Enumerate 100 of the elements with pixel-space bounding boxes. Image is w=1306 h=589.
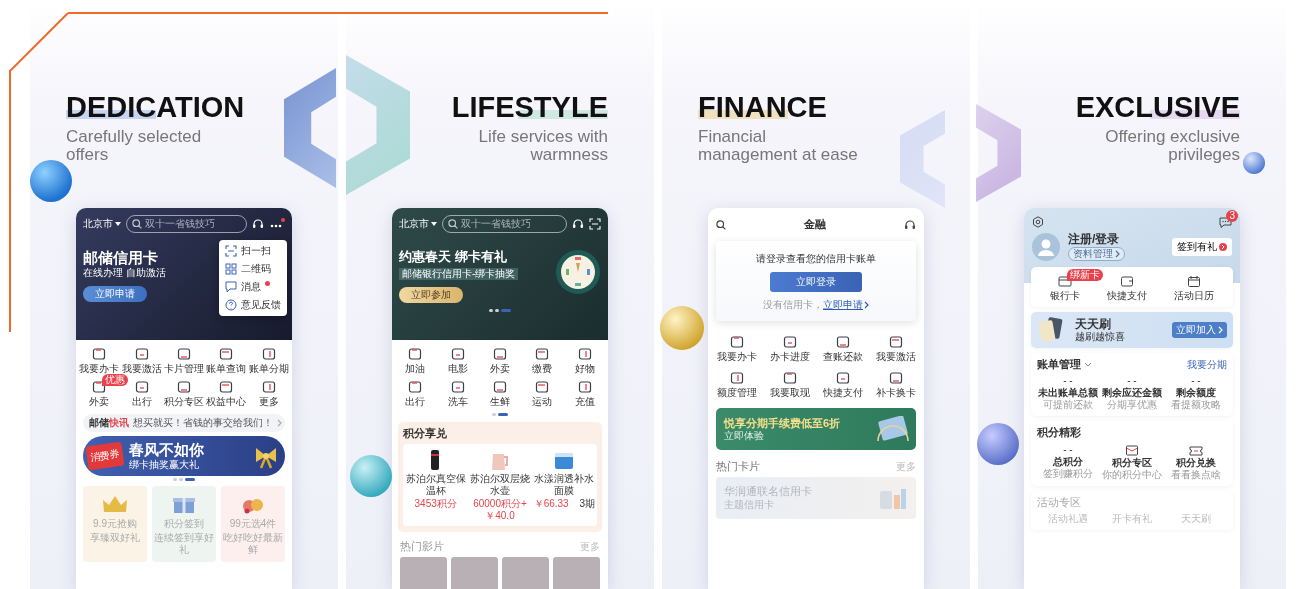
profile-button[interactable]: 资料管理: [1068, 246, 1125, 261]
ticket-icon: [1189, 443, 1203, 457]
shortcut-button[interactable]: 生鲜: [490, 380, 510, 408]
product-card[interactable]: 水漾润透补水面膜 ￥66.33 3期: [533, 448, 595, 523]
menu-item[interactable]: 二维码: [219, 260, 287, 278]
shortcut-button[interactable]: 活动日历: [1173, 274, 1214, 302]
shortcut-button[interactable]: 加油: [405, 347, 426, 375]
shortcut-button[interactable]: 出行: [405, 380, 426, 408]
offer-subtitle: 连续签到享好礼: [154, 532, 214, 556]
stat-label: 剩余额度: [1175, 387, 1217, 399]
shortcut-button[interactable]: 外卖: [490, 347, 510, 375]
login-link[interactable]: 注册/登录: [1068, 232, 1164, 247]
shortcut-button[interactable]: 我要办卡: [79, 347, 120, 375]
installment-note: 3期: [579, 498, 595, 511]
coupon-tag: 消费券: [85, 441, 125, 471]
checkin-button[interactable]: 签到有礼: [1172, 237, 1232, 256]
shortcut-button[interactable]: 办卡进度: [769, 335, 810, 364]
tile-icon: [177, 347, 191, 361]
city-selector[interactable]: 北京市: [83, 218, 121, 230]
shortcut-button[interactable]: 快捷支付: [822, 371, 863, 400]
shortcut-button[interactable]: 我要取现: [769, 371, 810, 400]
shortcut-button[interactable]: 账单查询: [206, 347, 247, 375]
shortcut-button[interactable]: 更多: [258, 380, 279, 408]
scan-icon[interactable]: [589, 218, 601, 230]
product-card[interactable]: 苏泊尔双层烧水壶 60000积分+￥40.0: [469, 448, 531, 523]
grid-icon: [225, 263, 237, 275]
promo-link[interactable]: 立即体验: [724, 429, 764, 442]
menu-item[interactable]: 意见反馈: [219, 296, 287, 314]
installment-link[interactable]: 我要分期: [1187, 358, 1227, 371]
caret-icon: [115, 222, 121, 226]
points-shortcut[interactable]: 积分专区 你的积分中心: [1101, 443, 1163, 481]
offer-title: 9.9元抢购: [93, 518, 137, 530]
banner[interactable]: 北京市 双十一省钱技巧 邮储信用卡 在线办理 自助激活 立即申请 扫一扫 二维码 消息 意见反馈: [76, 208, 292, 340]
more-icon[interactable]: [269, 218, 285, 230]
shortcut-button[interactable]: 卡片管理: [164, 347, 204, 375]
headset-icon[interactable]: [904, 218, 916, 231]
news-bar[interactable]: 邮储快讯 想买就买！省钱的事交给我们！: [83, 414, 285, 432]
headset-icon[interactable]: [572, 218, 584, 230]
join-button[interactable]: 立即参加: [399, 286, 463, 303]
stat-hint: 分期享优惠: [1106, 399, 1158, 412]
shortcut-button[interactable]: 出行: [131, 380, 152, 408]
shortcut-button[interactable]: 我要激活: [121, 347, 162, 375]
tile-icon: [535, 347, 550, 361]
tile-icon: [577, 347, 592, 361]
shortcut-button[interactable]: 我要激活: [875, 335, 916, 364]
join-button[interactable]: 立即加入: [1172, 321, 1227, 338]
menu-item[interactable]: 消息: [219, 278, 287, 296]
points-shortcut[interactable]: 积分兑换 看看换点啥: [1165, 443, 1227, 481]
tile-icon: [450, 347, 465, 361]
shortcut-button[interactable]: 查账还款: [822, 335, 863, 364]
shortcut-button[interactable]: 好物: [574, 347, 595, 375]
shortcut-button[interactable]: 缴费: [532, 347, 553, 375]
shortcut-button[interactable]: 充值: [574, 380, 595, 408]
tile-icon: [408, 380, 423, 394]
news-tag: 快讯: [109, 417, 129, 429]
shortcut-button[interactable]: 积分专区: [164, 380, 204, 408]
tile-icon: [835, 371, 850, 386]
headset-icon[interactable]: [252, 218, 264, 230]
promo-banner[interactable]: 天天刷 越刷越惊喜 立即加入: [1031, 311, 1233, 349]
shortcut-button[interactable]: 账单分期: [248, 347, 289, 375]
message-icon[interactable]: [1219, 216, 1232, 229]
news-brand: 邮储: [89, 417, 109, 429]
menu-item[interactable]: 扫一扫: [219, 242, 287, 260]
shortcut-button[interactable]: 洗车: [447, 380, 468, 408]
banner[interactable]: 北京市 双十一省钱技巧 约惠春天 绑卡有礼 邮储银行信用卡-绑卡抽奖 立即参加: [392, 208, 608, 340]
product-card[interactable]: 苏泊尔真空保温杯 3453积分: [405, 448, 467, 523]
section-title: 热门卡片: [716, 460, 760, 474]
settings-icon[interactable]: [1032, 216, 1044, 228]
product-name: 苏泊尔双层烧水壶: [469, 473, 531, 498]
apply-button[interactable]: 立即申请: [83, 286, 147, 302]
tile-icon: [450, 380, 465, 394]
caret-icon: [431, 222, 437, 226]
shortcut-button[interactable]: 我要办卡: [716, 335, 757, 364]
city-selector[interactable]: 北京市: [399, 218, 437, 230]
shortcut-button[interactable]: 快捷支付: [1107, 274, 1147, 302]
promo-banner[interactable]: 悦享分期手续费低至6折 立即体验: [716, 408, 916, 451]
promo-title: 春风不如你: [129, 441, 205, 459]
tile-icon: [888, 335, 903, 350]
shortcut-button[interactable]: 额度管理: [716, 371, 757, 400]
offer-title: 99元选4件: [229, 518, 277, 530]
login-prompt: 请登录查看您的信用卡账单: [756, 253, 876, 266]
tile-icon: [92, 347, 107, 361]
promo-title: 悦享分期手续费低至6折: [724, 416, 841, 430]
shortcut-button[interactable]: 运动: [532, 380, 553, 408]
shortcut-button[interactable]: 电影: [447, 347, 468, 375]
section-title: 账单管理: [1037, 358, 1081, 372]
chevron-down-icon[interactable]: [1084, 362, 1092, 368]
tile-icon: [177, 380, 191, 394]
tile-icon: [577, 380, 592, 394]
login-hint: 没有信用卡，: [763, 299, 823, 312]
shortcut-button[interactable]: 权益中心: [206, 380, 247, 408]
tile-icon: [92, 380, 107, 394]
tile-icon: [535, 380, 550, 394]
shortcut-button[interactable]: 补卡换卡: [875, 371, 916, 400]
section-title: 积分精彩: [1037, 426, 1082, 440]
tile-icon: [261, 347, 276, 361]
login-button[interactable]: 立即登录: [770, 272, 862, 293]
apply-link[interactable]: 立即申请: [823, 299, 869, 312]
arrow-icon: [1219, 242, 1227, 251]
search-icon[interactable]: [716, 219, 726, 230]
